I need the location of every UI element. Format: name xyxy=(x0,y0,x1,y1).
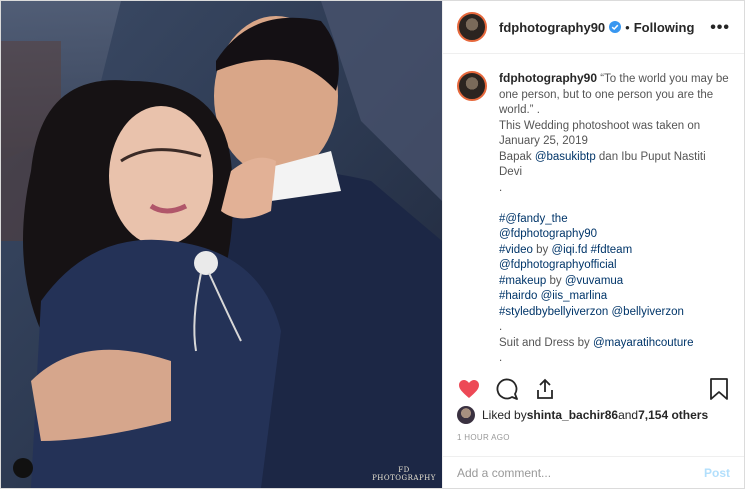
following-button[interactable]: Following xyxy=(634,20,695,35)
mention-link[interactable]: @vuvamua xyxy=(565,275,623,287)
likes-count[interactable]: 7,154 others xyxy=(638,408,708,422)
more-options-icon[interactable]: ••• xyxy=(710,19,730,37)
mention-link[interactable]: @bellyiverzon xyxy=(608,306,684,318)
verified-badge-icon xyxy=(609,21,622,33)
caption-dot: . xyxy=(499,321,503,333)
likes-prefix: Liked by xyxy=(482,408,527,422)
hashtag-link[interactable]: #fdteam xyxy=(587,244,633,256)
hashtag-link[interactable]: #makeup xyxy=(499,275,546,287)
mention-link[interactable]: @mayaratihcouture xyxy=(593,337,694,349)
hashtag-link[interactable]: #@fandy_the xyxy=(499,213,568,225)
hashtag-link[interactable]: #styledbybellyiverzon xyxy=(499,306,608,318)
avatar[interactable] xyxy=(457,12,487,42)
mention-link[interactable]: @fdphotography90 xyxy=(499,228,597,240)
post-timestamp[interactable]: 1 HOUR AGO xyxy=(457,433,510,442)
watermark: FD PHOTOGRAPHY xyxy=(372,466,436,482)
post-comment-button[interactable]: Post xyxy=(704,466,730,480)
hashtag-link[interactable]: #hairdo xyxy=(499,290,537,302)
post-header: fdphotography90 • Following ••• xyxy=(443,1,744,54)
couple-photo xyxy=(1,1,442,488)
post-sidebar: fdphotography90 • Following ••• fdphotog… xyxy=(442,1,744,488)
tagged-user-icon[interactable] xyxy=(13,458,33,478)
action-bar xyxy=(457,377,730,403)
likes-and: and xyxy=(618,408,639,422)
liker-username[interactable]: shinta_bachir86 xyxy=(527,408,618,422)
share-icon[interactable] xyxy=(533,377,557,401)
caption-dot: . xyxy=(499,352,503,364)
mention-link[interactable]: @basukibtp xyxy=(535,151,596,163)
likes-summary: Liked by shinta_bachir86 and 7,154 other… xyxy=(457,406,708,424)
instagram-post: FD PHOTOGRAPHY fdphotography90 • Followi… xyxy=(0,0,745,489)
comment-bar: Add a comment... Post xyxy=(443,456,744,488)
mention-link[interactable]: @iqi.fd xyxy=(551,244,587,256)
caption-avatar[interactable] xyxy=(457,71,487,101)
caption-username[interactable]: fdphotography90 xyxy=(499,71,597,85)
caption-text-by: by xyxy=(546,274,565,287)
post-photo[interactable]: FD PHOTOGRAPHY xyxy=(1,1,442,488)
separator-dot: • xyxy=(625,19,630,35)
caption-date-line: This Wedding photoshoot was taken on Jan… xyxy=(499,119,701,148)
header-username[interactable]: fdphotography90 xyxy=(499,20,605,35)
caption-text-bapak: Bapak xyxy=(499,150,535,163)
caption-text-suit: Suit and Dress by xyxy=(499,336,593,349)
mention-link[interactable]: @iis_marlina xyxy=(537,290,608,302)
heart-icon[interactable] xyxy=(457,377,481,401)
caption-dot: . xyxy=(499,181,503,194)
bookmark-icon[interactable] xyxy=(708,377,730,401)
mention-link[interactable]: @fdphotographyofficial xyxy=(499,259,617,271)
liker-avatar[interactable] xyxy=(457,406,475,424)
hashtag-link[interactable]: #video xyxy=(499,244,533,256)
caption: fdphotography90 “To the world you may be… xyxy=(457,71,732,367)
caption-text: fdphotography90 “To the world you may be… xyxy=(499,71,729,367)
caption-text-by: by xyxy=(532,243,552,256)
comment-input[interactable]: Add a comment... xyxy=(457,466,551,480)
comment-icon[interactable] xyxy=(495,377,519,401)
